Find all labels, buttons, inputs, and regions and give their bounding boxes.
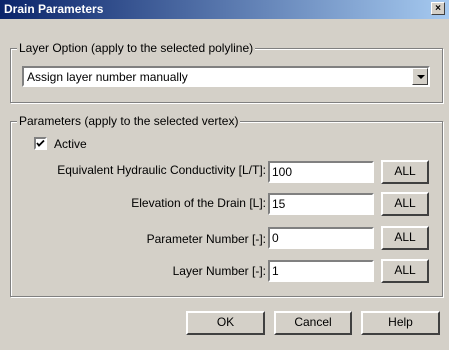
drain-parameters-dialog: Drain Parameters × Layer Option (apply t…: [0, 0, 449, 350]
close-button[interactable]: ×: [431, 2, 445, 15]
parameter-number-all-button[interactable]: ALL: [381, 226, 429, 250]
parameter-number-label: Parameter Number [-]:: [146, 232, 266, 246]
active-label: Active: [54, 137, 87, 151]
close-icon: ×: [435, 3, 441, 14]
drain-elevation-label: Elevation of the Drain [L]:: [131, 196, 266, 210]
ok-button[interactable]: OK: [186, 311, 265, 335]
active-checkbox[interactable]: [34, 137, 47, 150]
window-title: Drain Parameters: [4, 2, 104, 16]
layer-option-dropdown[interactable]: Assign layer number manually: [22, 66, 430, 87]
checkmark-icon: [36, 139, 45, 147]
drain-elevation-all-button[interactable]: ALL: [381, 192, 429, 216]
hydraulic-conductivity-input[interactable]: 100: [268, 161, 374, 183]
cancel-button[interactable]: Cancel: [274, 311, 352, 335]
title-bar: Drain Parameters ×: [0, 0, 449, 19]
layer-number-all-button[interactable]: ALL: [381, 259, 429, 283]
layer-option-selected: Assign layer number manually: [27, 70, 188, 84]
drain-elevation-input[interactable]: 15: [268, 193, 374, 215]
parameters-group-label: Parameters (apply to the selected vertex…: [17, 114, 241, 128]
layer-number-label: Layer Number [-]:: [172, 264, 266, 278]
layer-option-group-label: Layer Option (apply to the selected poly…: [17, 41, 256, 55]
hydraulic-conductivity-label: Equivalent Hydraulic Conductivity [L/T]:: [57, 163, 266, 177]
help-button[interactable]: Help: [361, 311, 440, 335]
parameter-number-input[interactable]: 0: [268, 227, 374, 249]
chevron-down-icon[interactable]: [412, 68, 428, 85]
layer-number-input[interactable]: 1: [268, 260, 374, 282]
hydraulic-conductivity-all-button[interactable]: ALL: [381, 160, 429, 184]
